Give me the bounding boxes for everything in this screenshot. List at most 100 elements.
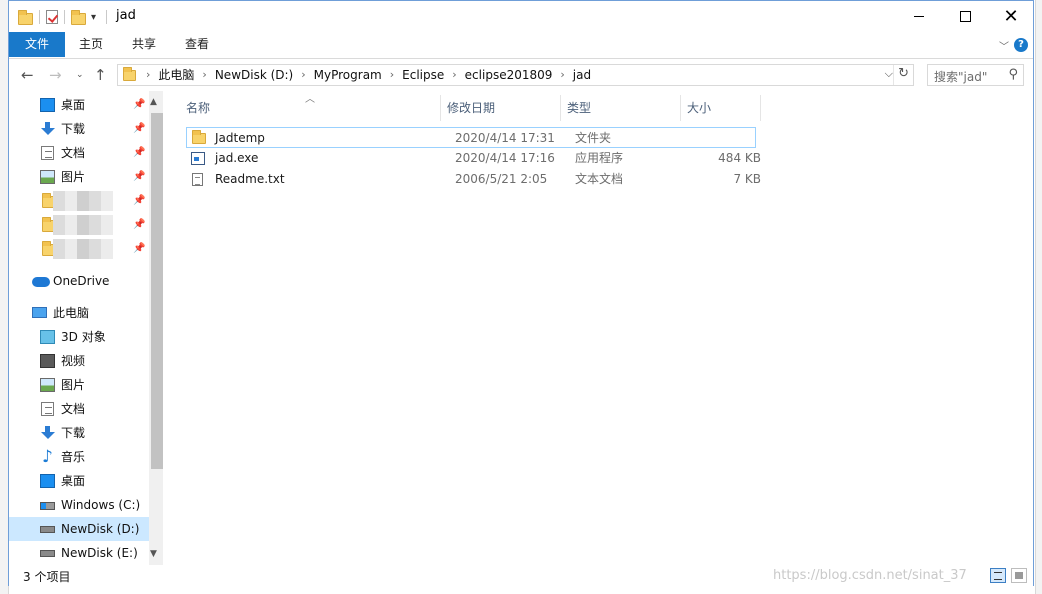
nav-item-onedrive[interactable]: OneDrive xyxy=(9,269,149,293)
file-row-jadtemp[interactable]: Jadtemp 2020/4/14 17:31 文件夹 xyxy=(186,127,756,148)
nav-item-pictures-pc[interactable]: 图片 xyxy=(9,373,149,397)
file-row-jad-exe[interactable]: jad.exe 2020/4/14 17:16 应用程序 484 KB xyxy=(186,148,761,169)
column-separator[interactable] xyxy=(560,95,561,121)
tab-home[interactable]: 主页 xyxy=(69,32,113,57)
up-button[interactable]: ↑ xyxy=(94,66,107,84)
nav-item-documents[interactable]: 文档 📌 xyxy=(9,141,149,165)
nav-item-newdisk-e[interactable]: NewDisk (E:) xyxy=(9,541,149,565)
breadcrumb-chevron-icon[interactable]: › xyxy=(146,65,150,85)
column-separator[interactable] xyxy=(440,95,441,121)
address-history-icon[interactable]: ⌵ xyxy=(885,67,893,81)
blurred-label xyxy=(53,239,113,259)
breadcrumb-chevron-icon[interactable]: › xyxy=(390,65,394,85)
help-icon[interactable]: ? xyxy=(1014,38,1028,52)
search-icon[interactable]: ⚲ xyxy=(1008,67,1018,82)
nav-item-blurred[interactable]: 📌 xyxy=(9,213,149,237)
nav-item-newdisk-d[interactable]: NewDisk (D:) xyxy=(9,517,149,541)
pin-icon[interactable]: 📌 xyxy=(133,141,145,165)
nav-item-desktop-pc[interactable]: 桌面 xyxy=(9,469,149,493)
onedrive-icon xyxy=(32,277,50,287)
properties-icon[interactable] xyxy=(46,10,58,24)
pin-icon[interactable]: 📌 xyxy=(133,117,145,141)
nav-item-label: 桌面 xyxy=(61,98,86,112)
nav-item-label: 音乐 xyxy=(61,450,86,464)
file-name: Jadtemp xyxy=(215,131,265,145)
nav-item-downloads[interactable]: 下载 📌 xyxy=(9,117,149,141)
column-header-type[interactable]: 类型 xyxy=(567,95,677,121)
pin-icon[interactable]: 📌 xyxy=(133,213,145,237)
navigation-pane: 桌面 📌 下载 📌 文档 📌 图片 📌 📌 📌 📌 OneDrive 此电脑 3… xyxy=(9,91,164,565)
nav-item-3d-objects[interactable]: 3D 对象 xyxy=(9,325,149,349)
breadcrumb-eclipse[interactable]: Eclipse xyxy=(402,65,444,85)
forward-button[interactable]: → xyxy=(49,66,62,84)
breadcrumb-jad[interactable]: jad xyxy=(573,65,591,85)
file-size: 7 KB xyxy=(733,172,761,186)
toolbar-separator xyxy=(64,10,65,24)
back-button[interactable]: ← xyxy=(21,66,34,84)
breadcrumb-chevron-icon[interactable]: › xyxy=(202,65,206,85)
column-header-size[interactable]: 大小 xyxy=(687,95,757,121)
address-separator xyxy=(893,65,894,85)
tab-view[interactable]: 查看 xyxy=(175,32,219,57)
drive-icon xyxy=(40,526,55,533)
nav-item-desktop[interactable]: 桌面 📌 xyxy=(9,93,149,117)
column-header-modified[interactable]: 修改日期 xyxy=(447,95,557,121)
column-separator[interactable] xyxy=(680,95,681,121)
nav-item-label: 下载 xyxy=(61,122,86,136)
file-modified: 2006/5/21 2:05 xyxy=(455,172,548,186)
nav-scrollbar-thumb[interactable] xyxy=(151,113,163,469)
file-name: jad.exe xyxy=(215,151,259,165)
column-header-name[interactable]: 名称 xyxy=(186,95,436,121)
nav-item-blurred[interactable]: 📌 xyxy=(9,237,149,261)
column-separator[interactable] xyxy=(760,95,761,121)
search-box[interactable]: 搜索"jad" ⚲ xyxy=(927,64,1024,86)
nav-item-documents-pc[interactable]: 文档 xyxy=(9,397,149,421)
download-icon xyxy=(40,122,55,136)
nav-item-pictures[interactable]: 图片 📌 xyxy=(9,165,149,189)
nav-item-videos[interactable]: 视频 xyxy=(9,349,149,373)
tab-file[interactable]: 文件 xyxy=(9,32,65,57)
tab-share[interactable]: 共享 xyxy=(122,32,166,57)
scroll-up-icon[interactable]: ▲ xyxy=(150,97,157,107)
quick-access-toolbar: ▾ xyxy=(18,8,96,26)
download-icon xyxy=(40,426,55,440)
recent-locations-icon[interactable]: ⌄ xyxy=(76,70,84,80)
nav-item-music[interactable]: ♪ 音乐 xyxy=(9,445,149,469)
breadcrumb-chevron-icon[interactable]: › xyxy=(301,65,305,85)
breadcrumb-myprogram[interactable]: MyProgram xyxy=(314,65,382,85)
nav-item-this-pc[interactable]: 此电脑 xyxy=(9,301,149,325)
pin-icon[interactable]: 📌 xyxy=(133,189,145,213)
large-icons-view-button[interactable] xyxy=(1011,568,1027,583)
nav-item-downloads-pc[interactable]: 下载 xyxy=(9,421,149,445)
minimize-button[interactable] xyxy=(896,1,942,32)
pin-icon[interactable]: 📌 xyxy=(133,165,145,189)
pin-icon[interactable]: 📌 xyxy=(133,237,145,261)
refresh-icon[interactable]: ↻ xyxy=(898,66,909,81)
scroll-down-icon[interactable]: ▼ xyxy=(150,549,157,559)
maximize-button[interactable] xyxy=(942,1,988,32)
new-folder-icon[interactable] xyxy=(71,10,86,25)
nav-item-label: 桌面 xyxy=(61,474,86,488)
nav-item-blurred[interactable]: 📌 xyxy=(9,189,149,213)
pin-icon[interactable]: 📌 xyxy=(133,93,145,117)
text-file-icon xyxy=(192,173,203,186)
file-modified: 2020/4/14 17:31 xyxy=(455,131,555,145)
breadcrumb-newdisk-d[interactable]: NewDisk (D:) xyxy=(215,65,293,85)
nav-item-label: NewDisk (E:) xyxy=(61,546,138,560)
breadcrumb-chevron-icon[interactable]: › xyxy=(560,65,564,85)
file-row-readme-txt[interactable]: Readme.txt 2006/5/21 2:05 文本文档 7 KB xyxy=(186,169,761,190)
breadcrumb-eclipse201809[interactable]: eclipse201809 xyxy=(465,65,553,85)
nav-item-label: Windows (C:) xyxy=(61,498,141,512)
close-button[interactable]: ✕ xyxy=(988,1,1034,32)
search-input[interactable]: 搜索"jad" xyxy=(934,68,987,85)
nav-item-label: 此电脑 xyxy=(53,306,90,320)
details-view-button[interactable] xyxy=(990,568,1006,583)
nav-item-windows-c[interactable]: Windows (C:) xyxy=(9,493,149,517)
customize-toolbar-icon[interactable]: ▾ xyxy=(91,12,96,23)
address-bar[interactable]: › 此电脑 › NewDisk (D:) › MyProgram › Eclip… xyxy=(117,64,914,86)
minimize-icon xyxy=(914,16,924,17)
expand-ribbon-icon[interactable]: ﹀ xyxy=(999,38,1009,53)
column-label: 类型 xyxy=(567,101,592,115)
breadcrumb-this-pc[interactable]: 此电脑 xyxy=(158,65,194,85)
breadcrumb-chevron-icon[interactable]: › xyxy=(452,65,456,85)
